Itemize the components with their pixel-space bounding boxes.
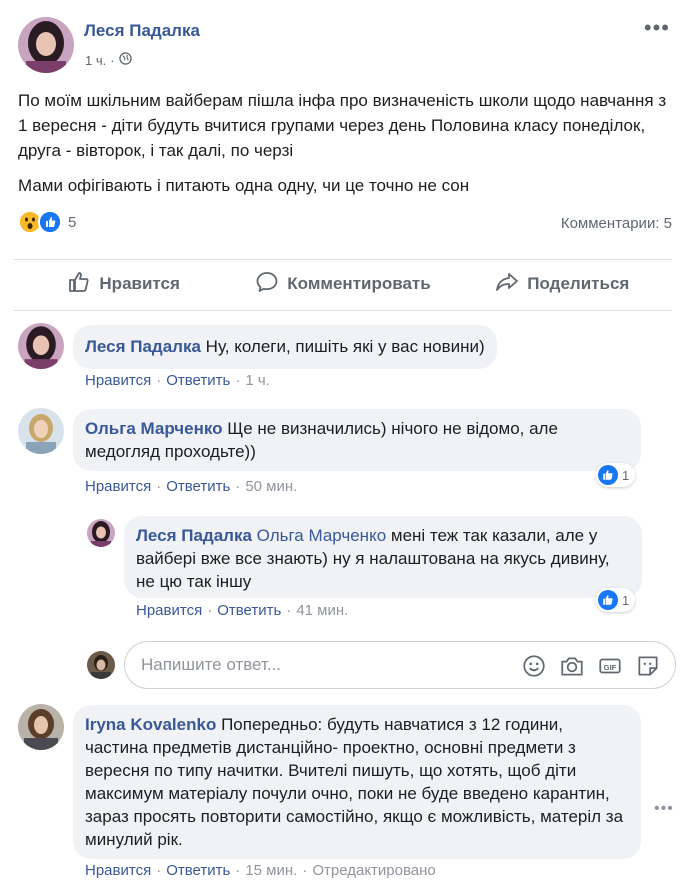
comment-actions: Нравится · Ответить · 1 ч. [85,372,270,389]
sticker-icon[interactable] [635,653,661,679]
commenter-avatar[interactable] [18,704,64,750]
share-icon [495,270,519,299]
share-button[interactable]: Поделиться [453,262,672,306]
like-count: 1 [622,467,630,483]
comment-text: Ну, колеги, пишіть які у вас новини) [205,337,485,356]
comment-bubble: Iryna Kovalenko Попередньо: будуть навча… [73,705,641,859]
share-label: Поделиться [527,274,630,293]
like-reaction-icon [598,590,618,610]
camera-icon[interactable] [559,653,585,679]
reply-placeholder: Напишите ответ... [141,655,282,674]
comment-author[interactable]: Леся Падалка [136,526,252,545]
like-reaction-icon [38,210,62,234]
comment-like-link[interactable]: Нравится [136,602,202,619]
comment-more-icon[interactable]: ••• [654,800,674,818]
more-options-icon[interactable]: ••• [644,17,670,39]
comment-author[interactable]: Леся Падалка [85,337,201,356]
comment-author[interactable]: Ольга Марченко [85,419,223,438]
comment-bubble: Леся Падалка Ну, колеги, пишіть які у ва… [73,325,497,369]
globe-icon[interactable] [118,52,132,68]
author-avatar[interactable] [18,17,74,73]
separator: · [207,602,213,619]
post-paragraph: По моїм шкільним вайберам пішла інфа про… [18,91,667,160]
comment-reply-link[interactable]: Ответить [166,372,230,389]
reply-input[interactable]: Напишите ответ... GIF [124,641,676,689]
reply-bubble: Леся Падалка Ольга Марченко мені теж так… [124,516,642,598]
separator: · [235,478,241,495]
reaction-summary[interactable]: 5 [18,210,76,234]
comment-reply-link[interactable]: Ответить [166,478,230,495]
commenter-avatar[interactable] [87,519,115,547]
comment-time[interactable]: 15 мин. [245,862,297,879]
comment-actions: Нравится · Ответить · 50 мин. [85,478,297,495]
post-meta: 1 ч. · [85,52,132,68]
separator: · [156,862,162,879]
comment-like-link[interactable]: Нравится [85,372,151,389]
post-author-name[interactable]: Леся Падалка [84,21,200,41]
svg-text:GIF: GIF [604,663,617,672]
divider [14,259,672,260]
comment-time[interactable]: 50 мин. [245,478,297,495]
comment-bubble: Ольга Марченко Ще не визначились) нічого… [73,409,641,471]
reply-tools: GIF [521,653,661,679]
separator: · [156,372,162,389]
comment-label: Комментировать [287,274,431,293]
post-header: Леся Падалка 1 ч. · ••• [18,17,678,77]
comments-count[interactable]: Комментарии: 5 [561,215,672,232]
separator: · [286,602,292,619]
gif-icon[interactable]: GIF [597,653,623,679]
separator: · [235,862,241,879]
comment-text: Попередньо: будуть навчатися з 12 години… [85,715,624,849]
comment-button[interactable]: Комментировать [233,262,452,306]
comment-reply-link[interactable]: Ответить [217,602,281,619]
meta-dot: · [110,52,115,68]
comment-reply-link[interactable]: Ответить [166,862,230,879]
comment-actions: Нравится · Ответить · 41 мин. [136,602,348,619]
comment-like-link[interactable]: Нравится [85,478,151,495]
separator: · [156,478,162,495]
thumbs-up-icon [67,270,91,299]
comment-actions: Нравится · Ответить · 15 мин. · Отредакт… [85,862,436,879]
comment-like-link[interactable]: Нравится [85,862,151,879]
comment-like-badge[interactable]: 1 [596,463,636,487]
comment-icon [255,270,279,299]
like-label: Нравится [99,274,180,293]
comment-time[interactable]: 41 мин. [296,602,348,619]
divider [14,310,672,311]
post-actions: Нравится Комментировать Поделиться [14,262,672,306]
like-button[interactable]: Нравится [14,262,233,306]
comment-time[interactable]: 1 ч. [245,372,270,389]
post-paragraph: Мами офігівають і питають одна одну, чи … [18,176,470,195]
edited-label[interactable]: Отредактировано [312,862,435,879]
commenter-avatar[interactable] [18,408,64,454]
post-time[interactable]: 1 ч. [85,53,106,68]
emoji-icon[interactable] [521,653,547,679]
separator: · [235,372,241,389]
current-user-avatar [87,651,115,679]
like-reaction-icon [598,465,618,485]
mention-link[interactable]: Ольга Марченко [257,526,386,545]
like-count: 1 [622,592,630,608]
comment-author[interactable]: Iryna Kovalenko [85,715,216,734]
comment-like-badge[interactable]: 1 [596,588,636,612]
reaction-count: 5 [68,213,77,231]
separator: · [302,862,308,879]
commenter-avatar[interactable] [18,323,64,369]
post-body: По моїм шкільним вайберам пішла інфа про… [18,88,668,208]
